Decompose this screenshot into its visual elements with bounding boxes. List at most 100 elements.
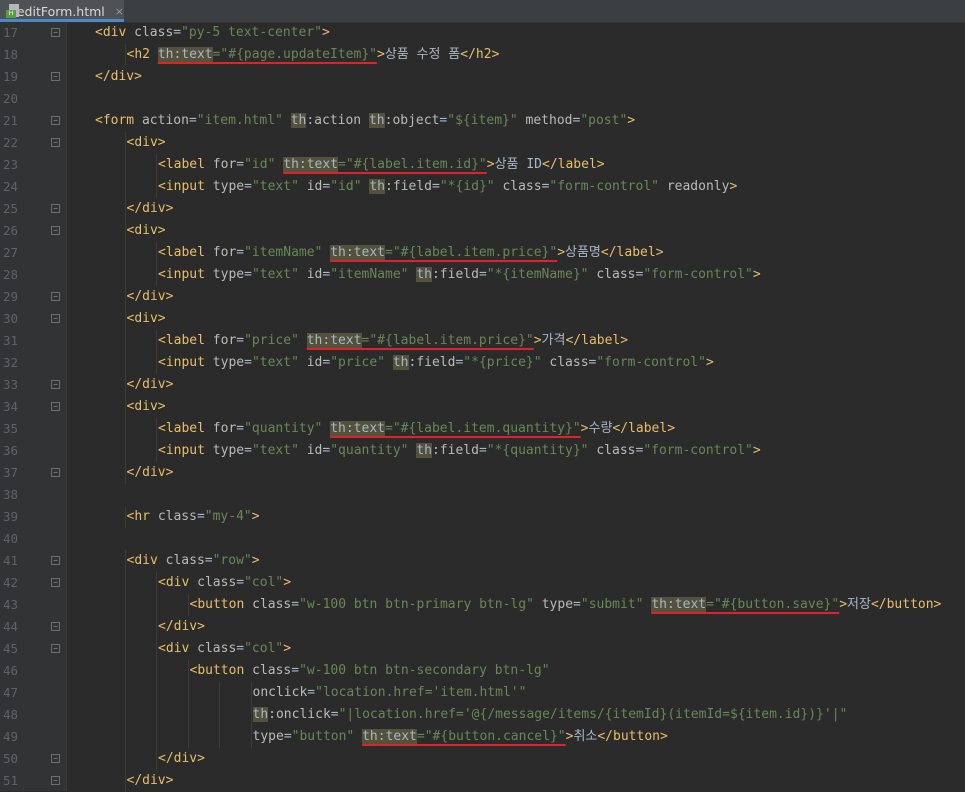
code-token: :action [306, 113, 369, 128]
code-line[interactable]: 19 − </div> [0, 66, 965, 88]
fold-toggle-icon[interactable]: − [51, 226, 60, 235]
code-line[interactable]: 36 <input type="text" id="quantity" th:fi… [0, 440, 965, 462]
code-line[interactable]: 42 − <div class="col"> [0, 572, 965, 594]
code-token: </button> [597, 729, 668, 744]
fold-toggle-icon[interactable]: − [51, 644, 60, 653]
line-number: 17 [2, 25, 18, 40]
line-number: 48 [2, 707, 18, 722]
code-token: "col" [244, 575, 284, 590]
code-line[interactable]: 40 [0, 528, 965, 550]
code-line[interactable]: 21 − <form action="item.html" th:action th… [0, 110, 965, 132]
code-text: <div class="col"> [158, 572, 291, 594]
code-token: > [322, 25, 330, 40]
code-line[interactable]: 46 <button class="w-100 btn btn-secondary… [0, 660, 965, 682]
code-line[interactable]: 45 − <div class="col"> [0, 638, 965, 660]
fold-toggle-icon[interactable]: − [51, 204, 60, 213]
indent-guide [124, 242, 126, 264]
fold-toggle-icon[interactable]: − [51, 578, 60, 587]
code-line[interactable]: 41 − <div class="row"> [0, 550, 965, 572]
code-line[interactable]: 23 <label for="id" th:text="#{label.item.… [0, 154, 965, 176]
code-line[interactable]: 50 − </div> [0, 748, 965, 770]
fold-toggle-icon[interactable]: − [51, 314, 60, 323]
fold-toggle-icon[interactable]: − [51, 138, 60, 147]
code-line[interactable]: 35 <label for="quantity" th:text="#{label… [0, 418, 965, 440]
code-line[interactable]: 51 − </div> [0, 770, 965, 792]
code-line[interactable]: 49 type="button" th:text="#{button.cancel… [0, 726, 965, 748]
code-line[interactable]: 17 − <div class="py-5 text-center"> [0, 22, 965, 44]
code-token: </div> [158, 751, 205, 766]
code-line[interactable]: 20 [0, 88, 965, 110]
fold-toggle-icon[interactable]: − [51, 292, 60, 301]
fold-toggle-icon[interactable]: − [51, 468, 60, 477]
indent-guide [124, 440, 126, 462]
code-token: type [252, 729, 284, 744]
code-token: "*{id}" [439, 179, 503, 194]
code-token: ="#{button.cancel}" [416, 729, 566, 744]
code-line[interactable]: 26 − <div> [0, 220, 965, 242]
code-token: > [376, 47, 385, 62]
code-editor[interactable]: 17 − <div class="py-5 text-center"> 18 <h2 t… [0, 22, 965, 792]
code-line[interactable]: 31 <label for="price" th:text="#{label.it… [0, 330, 965, 352]
close-icon[interactable]: × [115, 5, 124, 18]
code-line[interactable]: 25 − </div> [0, 198, 965, 220]
code-text: <hr class="my-4"> [127, 506, 260, 528]
line-number: 49 [2, 729, 18, 744]
code-line[interactable]: 39 <hr class="my-4"> [0, 506, 965, 528]
code-line[interactable]: 27 <label for="itemName" th:text="#{label… [0, 242, 965, 264]
code-line[interactable]: 34 − <div> [0, 396, 965, 418]
code-token: </label> [612, 421, 676, 436]
indent-guide [156, 616, 157, 638]
code-line[interactable]: 33 − </div> [0, 374, 965, 396]
fold-toggle-icon[interactable]: − [51, 622, 60, 631]
line-number: 35 [2, 421, 18, 436]
indent-guide [156, 572, 157, 594]
code-line[interactable]: 38 [0, 484, 965, 506]
line-number: 19 [2, 69, 18, 84]
code-line[interactable]: 32 <input type="text" id="price" th:field… [0, 352, 965, 374]
code-token: type [212, 179, 245, 194]
fold-toggle-icon[interactable]: − [51, 754, 60, 763]
code-text: <div class="py-5 text-center"> [95, 22, 330, 44]
code-text: </div> [127, 286, 174, 308]
fold-toggle-icon[interactable]: − [51, 116, 60, 125]
code-token: for [212, 333, 237, 348]
code-line[interactable]: 48 th:onclick="|location.href='@{/message… [0, 704, 965, 726]
code-text: <input type="text" id="quantity" th:fiel… [158, 440, 761, 462]
fold-toggle-icon[interactable]: − [51, 402, 60, 411]
code-token: "form-control" [643, 267, 753, 282]
code-line[interactable]: 29 − </div> [0, 286, 965, 308]
fold-toggle-icon[interactable]: − [51, 556, 60, 565]
tab-editform-html[interactable]: H editForm.html × [0, 0, 124, 22]
code-line[interactable]: 18 <h2 th:text="#{page.updateItem}">상품 수정… [0, 44, 965, 66]
code-token: "row" [212, 553, 252, 568]
code-line[interactable]: 28 <input type="text" id="itemName" th:fi… [0, 264, 965, 286]
code-line[interactable]: 30 − <div> [0, 308, 965, 330]
code-line[interactable]: 22 − <div> [0, 132, 965, 154]
line-number: 41 [2, 553, 18, 568]
code-token: th [290, 113, 307, 128]
code-line[interactable]: 47 onclick="location.href='item.html'" [0, 682, 965, 704]
code-token: "py-5 text-center" [181, 25, 322, 40]
code-line[interactable]: 24 <input type="text" id="id" th:field="*… [0, 176, 965, 198]
fold-toggle-icon[interactable]: − [51, 380, 60, 389]
fold-toggle-icon[interactable]: − [51, 72, 60, 81]
code-line[interactable]: 43 <button class="w-100 btn btn-primary b… [0, 594, 965, 616]
code-token: "text" [251, 179, 307, 194]
code-token: th [392, 355, 409, 370]
code-token: 상품명 [565, 245, 601, 260]
code-token: </div> [126, 377, 174, 392]
code-token: <label [158, 245, 213, 260]
code-token: = [236, 245, 245, 260]
code-token: "price" [244, 333, 307, 348]
code-line[interactable]: 37 − </div> [0, 462, 965, 484]
code-token: </div> [126, 201, 174, 216]
code-token: > [627, 113, 636, 128]
fold-toggle-icon[interactable]: − [51, 776, 60, 785]
fold-toggle-icon[interactable]: − [51, 28, 60, 37]
code-token: type [212, 355, 245, 370]
code-token: "w-100 btn btn-primary btn-lg" [299, 597, 542, 612]
code-token: ="#{label.item.quantity}" [385, 421, 581, 436]
code-token: </div> [95, 69, 142, 84]
code-line[interactable]: 44 − </div> [0, 616, 965, 638]
code-token: id [306, 443, 323, 458]
